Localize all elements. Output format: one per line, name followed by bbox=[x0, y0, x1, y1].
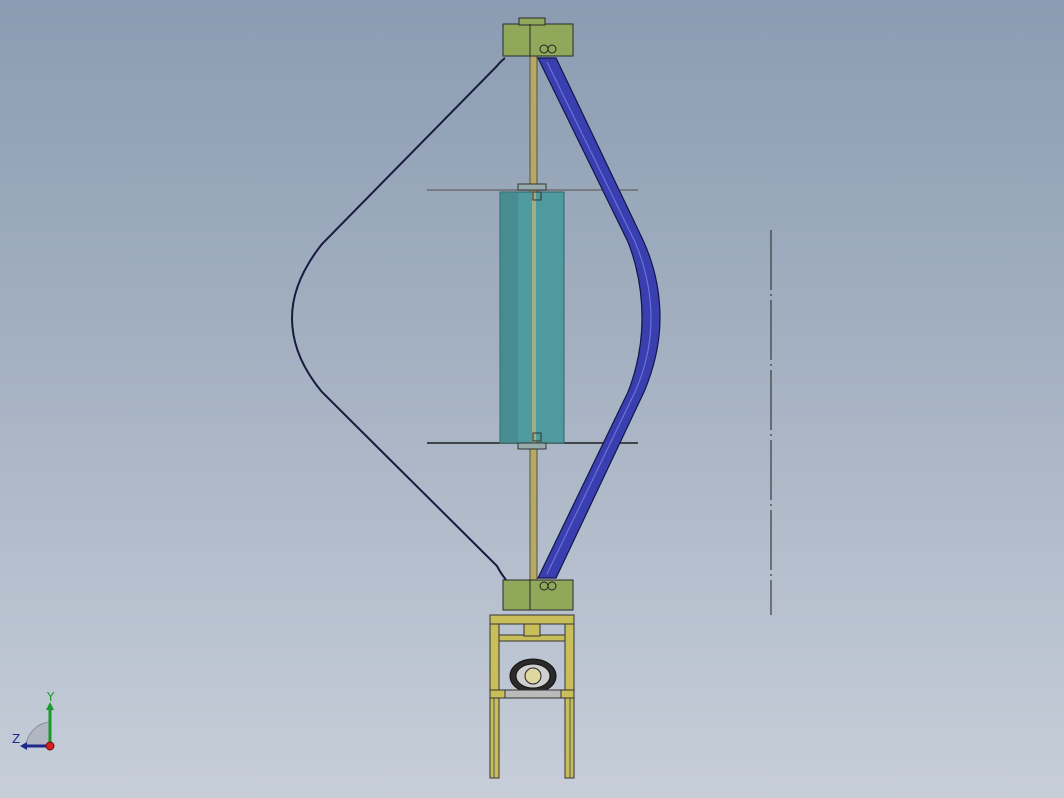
cylinder-shaft-visible bbox=[532, 192, 536, 443]
turbine-model[interactable] bbox=[0, 0, 1064, 798]
triad-quadrant bbox=[25, 721, 51, 747]
back-blade[interactable] bbox=[290, 57, 507, 581]
cylinder-shade bbox=[500, 192, 518, 443]
bottom-hub[interactable] bbox=[502, 579, 574, 611]
x-axis-dot bbox=[45, 741, 55, 751]
y-axis-label: Y bbox=[47, 690, 55, 704]
top-hub[interactable] bbox=[502, 17, 574, 57]
z-axis-label: Z bbox=[12, 732, 21, 746]
lower-flange bbox=[517, 442, 547, 450]
orientation-triad[interactable]: Y Z bbox=[0, 690, 80, 760]
brake-disc[interactable] bbox=[504, 658, 562, 699]
z-arrow-head bbox=[20, 742, 27, 750]
upper-flange bbox=[517, 183, 547, 191]
graphics-viewport[interactable]: Y Z bbox=[0, 0, 1064, 798]
triad-graphic bbox=[20, 702, 55, 751]
